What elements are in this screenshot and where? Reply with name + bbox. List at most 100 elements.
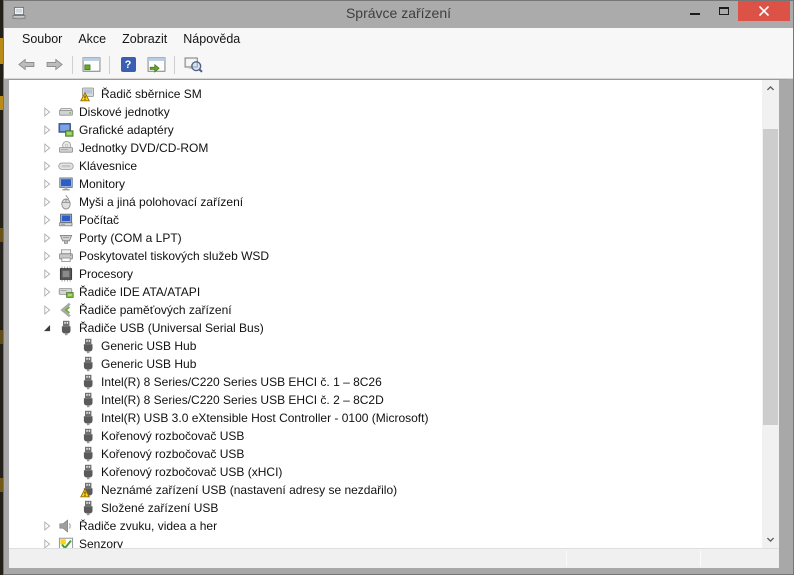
- tree-item[interactable]: Počítač: [9, 211, 762, 229]
- expand-arrow-icon[interactable]: [37, 104, 57, 120]
- tree-item[interactable]: Procesory: [9, 265, 762, 283]
- chevron-up-icon: [766, 85, 775, 91]
- window-title: Správce zařízení: [345, 5, 452, 21]
- tree-item[interactable]: Řadič sběrnice SM: [9, 85, 762, 103]
- monitors-icon: [57, 176, 74, 192]
- close-button[interactable]: [738, 1, 790, 21]
- arrow-spacer: [59, 338, 79, 354]
- scrollbar-thumb[interactable]: [763, 129, 778, 425]
- tree-item[interactable]: Intel(R) 8 Series/C220 Series USB EHCI č…: [9, 391, 762, 409]
- tree-item[interactable]: Grafické adaptéry: [9, 121, 762, 139]
- usb-device-warning-icon: [79, 482, 96, 498]
- tree-item[interactable]: Intel(R) 8 Series/C220 Series USB EHCI č…: [9, 373, 762, 391]
- arrow-spacer: [59, 464, 79, 480]
- arrow-spacer: [59, 410, 79, 426]
- properties-window-icon: [147, 56, 166, 73]
- arrow-spacer: [59, 482, 79, 498]
- tree-item[interactable]: Řadiče IDE ATA/ATAPI: [9, 283, 762, 301]
- tree-item-label: Intel(R) 8 Series/C220 Series USB EHCI č…: [101, 393, 384, 407]
- toolbar: ?: [4, 51, 793, 79]
- expand-arrow-icon[interactable]: [37, 140, 57, 156]
- toolbar-properties-button[interactable]: [143, 53, 169, 76]
- ide-controllers-icon: [57, 284, 74, 300]
- usb-device-icon: [79, 464, 96, 480]
- toolbar-separator: [174, 55, 175, 74]
- tree-pane-row: Řadič sběrnice SM Diskové jednotky Grafick…: [9, 80, 779, 548]
- collapse-arrow-icon[interactable]: [37, 320, 57, 336]
- expand-arrow-icon[interactable]: [37, 284, 57, 300]
- tree-item[interactable]: Monitory: [9, 175, 762, 193]
- tree-item-label: Porty (COM a LPT): [79, 231, 182, 245]
- toolbar-show-console-tree-button[interactable]: [78, 53, 104, 76]
- storage-controllers-icon: [57, 302, 74, 318]
- toolbar-help-button[interactable]: ?: [115, 53, 141, 76]
- expand-arrow-icon[interactable]: [37, 176, 57, 192]
- chevron-down-icon: [766, 537, 775, 543]
- usb-device-icon: [79, 338, 96, 354]
- expand-arrow-icon[interactable]: [37, 158, 57, 174]
- expand-arrow-icon[interactable]: [37, 230, 57, 246]
- tree-item[interactable]: Generic USB Hub: [9, 355, 762, 373]
- toolbar-scan-hardware-changes-button[interactable]: [180, 53, 206, 76]
- scan-magnifier-icon: [184, 56, 203, 73]
- toolbar-forward-button[interactable]: [41, 53, 67, 76]
- expand-arrow-icon[interactable]: [37, 248, 57, 264]
- scroll-down-button[interactable]: [762, 531, 779, 548]
- tree-item-label: Počítač: [79, 213, 120, 227]
- tree-item-label: Řadiče zvuku, videa a her: [79, 519, 218, 533]
- tree-item[interactable]: Kořenový rozbočovač USB: [9, 427, 762, 445]
- tree-item-label: Grafické adaptéry: [79, 123, 174, 137]
- audio-controllers-icon: [57, 518, 74, 534]
- tree-item[interactable]: Neznámé zařízení USB (nastavení adresy s…: [9, 481, 762, 499]
- console-pane: Řadič sběrnice SM Diskové jednotky Grafick…: [4, 79, 793, 574]
- expand-arrow-icon[interactable]: [37, 122, 57, 138]
- menu-bar: Soubor Akce Zobrazit Nápověda: [4, 28, 793, 51]
- tree-item[interactable]: Poskytovatel tiskových služeb WSD: [9, 247, 762, 265]
- arrow-spacer: [59, 356, 79, 372]
- tree-item[interactable]: Generic USB Hub: [9, 337, 762, 355]
- tree-item[interactable]: Porty (COM a LPT): [9, 229, 762, 247]
- display-adapters-icon: [57, 122, 74, 138]
- tree-item[interactable]: Složené zařízení USB: [9, 499, 762, 517]
- tree-item-label: Neznámé zařízení USB (nastavení adresy s…: [101, 483, 398, 497]
- expand-arrow-icon[interactable]: [37, 518, 57, 534]
- tree-item[interactable]: Řadiče paměťových zařízení: [9, 301, 762, 319]
- tree-item-label: Poskytovatel tiskových služeb WSD: [79, 249, 270, 263]
- tree-item[interactable]: Diskové jednotky: [9, 103, 762, 121]
- keyboards-icon: [57, 158, 74, 174]
- tree-item[interactable]: Myši a jiná polohovací zařízení: [9, 193, 762, 211]
- menu-item-akce[interactable]: Akce: [70, 28, 114, 51]
- menu-item-napoveda[interactable]: Nápověda: [175, 28, 248, 51]
- expand-arrow-icon[interactable]: [37, 536, 57, 548]
- minimize-button[interactable]: [680, 1, 709, 21]
- tree-item[interactable]: Řadiče zvuku, videa a her: [9, 517, 762, 535]
- disk-drives-icon: [57, 104, 74, 120]
- expand-arrow-icon[interactable]: [37, 266, 57, 282]
- tree-item[interactable]: Klávesnice: [9, 157, 762, 175]
- tree-item-label: Kořenový rozbočovač USB (xHCI): [101, 465, 283, 479]
- status-bar: [9, 548, 779, 568]
- expand-arrow-icon[interactable]: [37, 194, 57, 210]
- expand-arrow-icon[interactable]: [37, 302, 57, 318]
- arrow-spacer: [59, 500, 79, 516]
- maximize-button[interactable]: [709, 1, 738, 21]
- menu-item-zobrazit[interactable]: Zobrazit: [114, 28, 175, 51]
- scroll-up-button[interactable]: [762, 80, 779, 97]
- print-services-icon: [57, 248, 74, 264]
- tree-item[interactable]: Senzory: [9, 535, 762, 548]
- vertical-scrollbar[interactable]: [762, 80, 779, 548]
- arrow-spacer: [59, 392, 79, 408]
- tree-item[interactable]: Jednotky DVD/CD-ROM: [9, 139, 762, 157]
- arrow-left-icon: [17, 56, 36, 73]
- tree-item[interactable]: Intel(R) USB 3.0 eXtensible Host Control…: [9, 409, 762, 427]
- ports-icon: [57, 230, 74, 246]
- expand-arrow-icon[interactable]: [37, 212, 57, 228]
- tree-item[interactable]: Kořenový rozbočovač USB: [9, 445, 762, 463]
- toolbar-separator: [109, 55, 110, 74]
- tree-item[interactable]: Řadiče USB (Universal Serial Bus): [9, 319, 762, 337]
- tree-item[interactable]: Kořenový rozbočovač USB (xHCI): [9, 463, 762, 481]
- menu-item-soubor[interactable]: Soubor: [14, 28, 70, 51]
- tree-item-label: Myši a jiná polohovací zařízení: [79, 195, 244, 209]
- tree-item-label: Generic USB Hub: [101, 339, 197, 353]
- toolbar-back-button[interactable]: [13, 53, 39, 76]
